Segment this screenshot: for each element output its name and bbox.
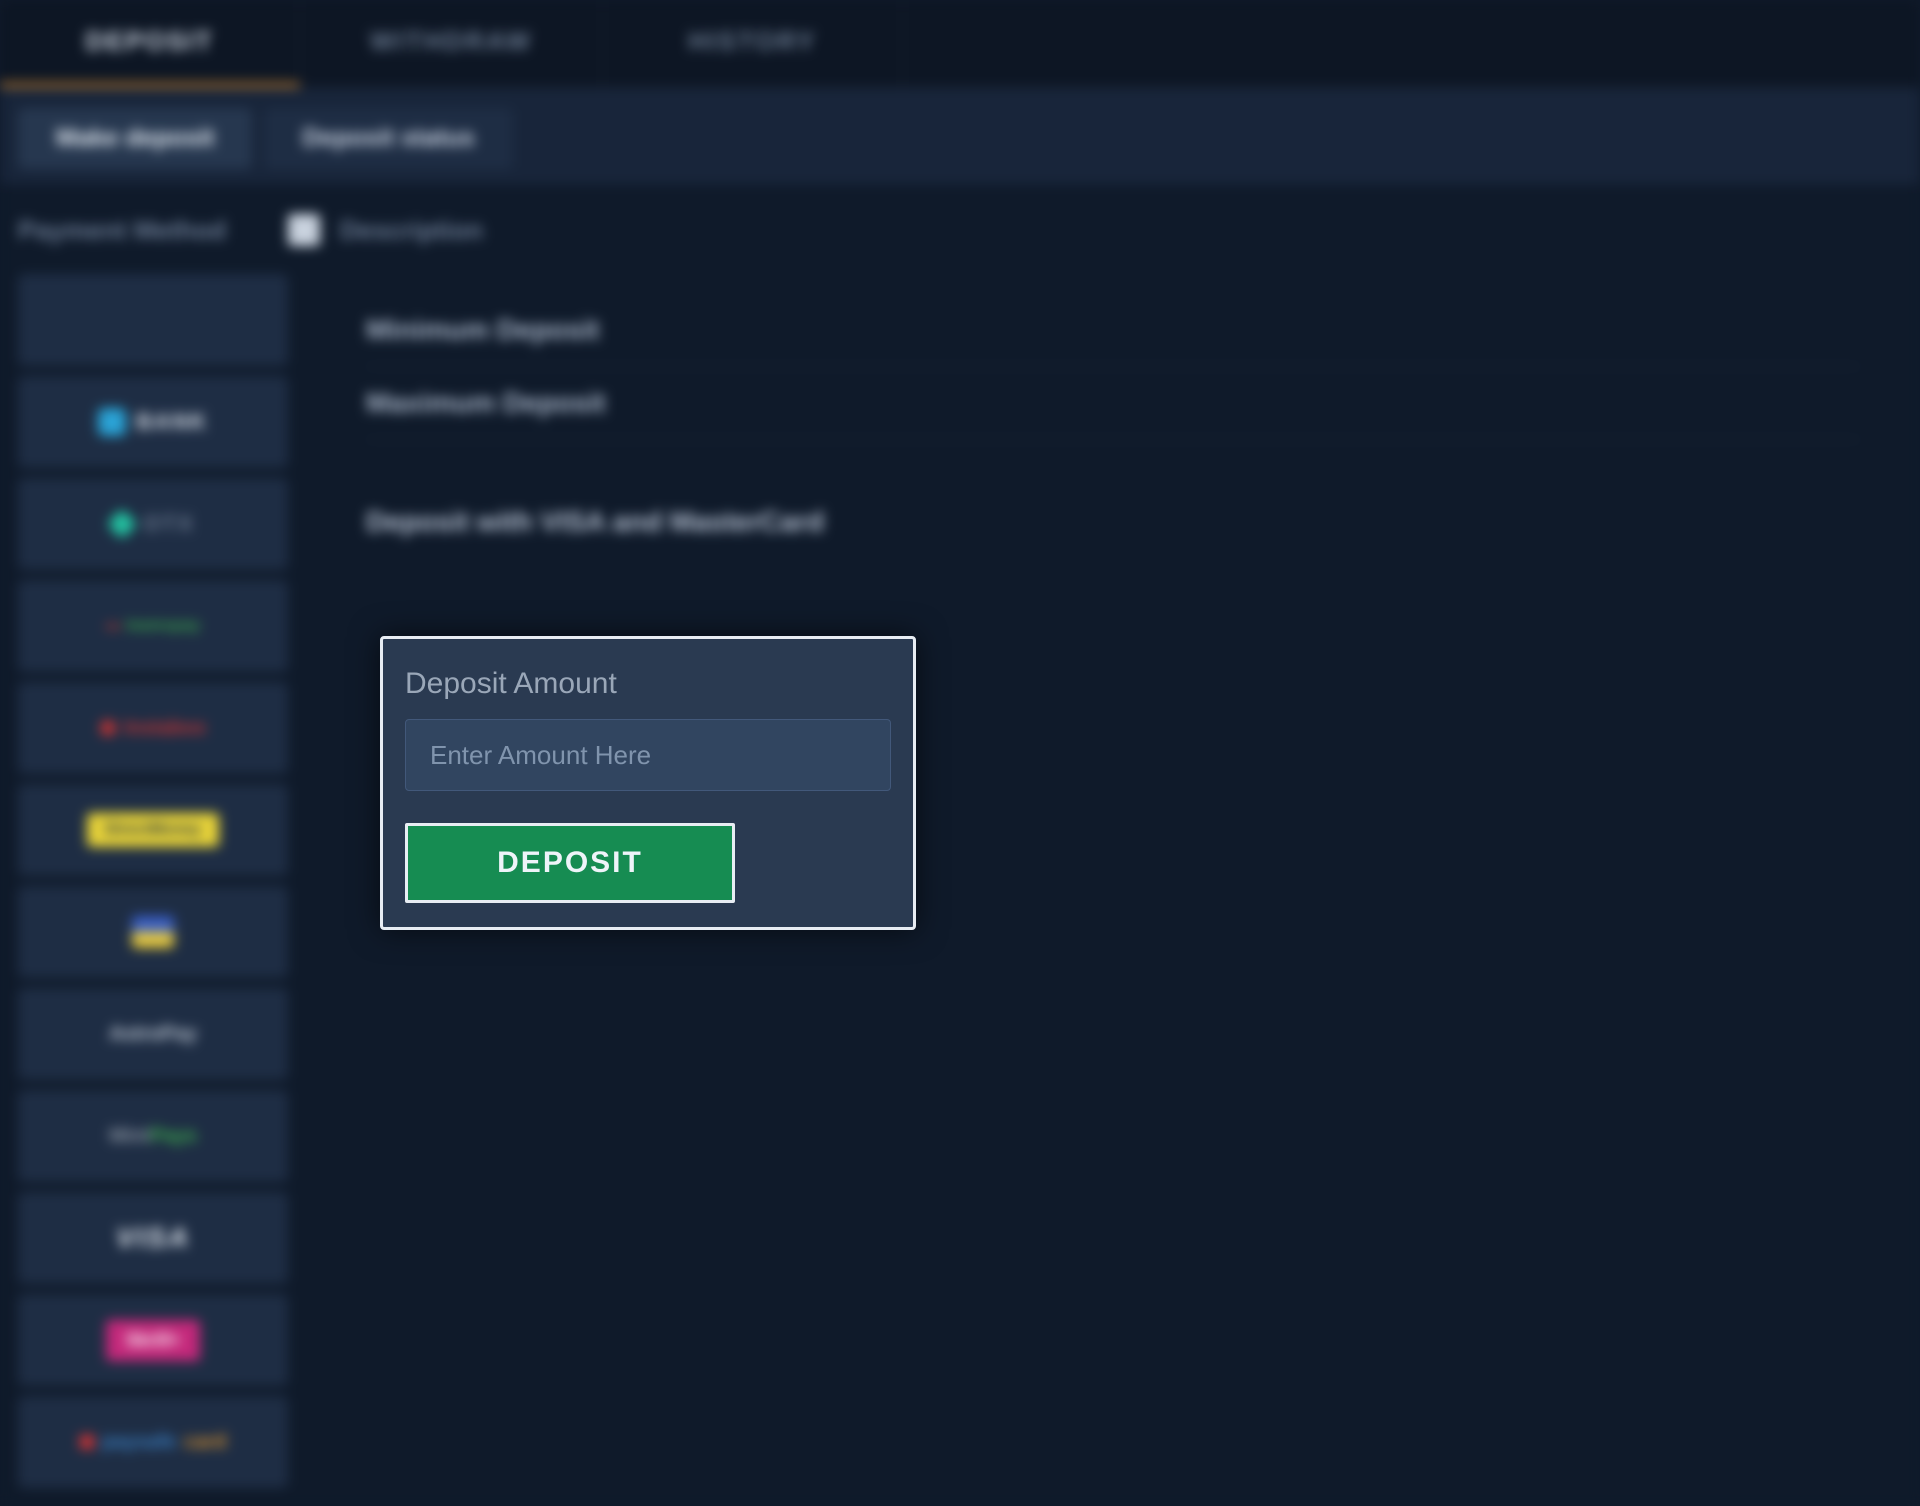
deposit-note: Deposit with VISA and MasterCard — [366, 480, 1860, 564]
pm-item-red[interactable]: Instabox — [18, 682, 288, 774]
payment-method-header: Payment Method — [18, 215, 268, 246]
payment-method-sidebar: BANK OTX teamspay Instabox DirectMoney A… — [0, 264, 306, 1506]
otx-logo: OTX — [111, 511, 194, 537]
pm-item-skrill[interactable]: Skrill+ — [18, 1294, 288, 1386]
otx-label: OTX — [143, 511, 194, 537]
visa-logo: VISA — [116, 1222, 189, 1254]
red-dot-icon — [100, 720, 116, 736]
red-square-icon — [80, 1435, 94, 1449]
flag-icon — [132, 916, 174, 948]
max-deposit-row: Maximum Deposit — [366, 367, 1860, 440]
bank-label: BANK — [136, 409, 208, 435]
dash-icon — [106, 625, 120, 628]
description-header: Description — [340, 215, 483, 246]
red-logo: Instabox — [100, 717, 206, 740]
subtab-deposit-status[interactable]: Deposit status — [264, 108, 512, 169]
pm-item-empty[interactable] — [18, 274, 288, 366]
bank-logo: BANK — [98, 408, 208, 436]
pm-item-greenstripe[interactable]: teamspay — [18, 580, 288, 672]
pm-item-paysafe[interactable]: paysafecard — [18, 1396, 288, 1488]
header-square-icon — [288, 214, 320, 246]
main-area: BANK OTX teamspay Instabox DirectMoney A… — [0, 264, 1920, 1506]
tab-withdraw[interactable]: WITHDRAW — [300, 0, 603, 87]
skrill-logo: Skrill+ — [106, 1320, 201, 1361]
blurred-background: DEPOSIT WITHDRAW HISTORY Make deposit De… — [0, 0, 1920, 1440]
pm-item-astropay[interactable]: AstroPay — [18, 988, 288, 1080]
min-deposit-row: Minimum Deposit — [366, 294, 1860, 367]
greenstripe-label: teamspay — [126, 617, 200, 635]
greenstripe-logo: teamspay — [106, 617, 200, 635]
pm-item-visa[interactable]: VISA — [18, 1192, 288, 1284]
top-tabs: DEPOSIT WITHDRAW HISTORY — [0, 0, 1920, 88]
pm-item-mintpays[interactable]: MintPays — [18, 1090, 288, 1182]
pm-item-yellow[interactable]: DirectMoney — [18, 784, 288, 876]
subtab-make-deposit[interactable]: Make deposit — [18, 108, 252, 169]
column-header-row: Payment Method Description — [0, 186, 1920, 264]
red-label: Instabox — [124, 717, 206, 740]
bank-icon — [98, 408, 126, 436]
tab-deposit[interactable]: DEPOSIT — [0, 0, 300, 87]
paysafe-logo: paysafecard — [80, 1431, 227, 1454]
deposit-amount-panel: Deposit Amount DEPOSIT — [380, 636, 916, 930]
pm-item-bank[interactable]: BANK — [18, 376, 288, 468]
deposit-amount-input[interactable] — [405, 719, 891, 791]
tab-history[interactable]: HISTORY — [603, 0, 903, 87]
diamond-icon — [107, 508, 138, 539]
mintpays-logo: MintPays — [109, 1125, 197, 1148]
yellow-logo: DirectMoney — [87, 813, 219, 847]
pm-item-otx[interactable]: OTX — [18, 478, 288, 570]
deposit-amount-label: Deposit Amount — [405, 667, 891, 701]
astropay-logo: AstroPay — [109, 1023, 197, 1046]
deposit-button[interactable]: DEPOSIT — [405, 823, 735, 903]
paysafe-label: paysafe — [102, 1431, 177, 1454]
sub-tabs: Make deposit Deposit status — [0, 88, 1920, 186]
description-block: Minimum Deposit Maximum Deposit — [366, 294, 1860, 440]
pm-item-flag[interactable] — [18, 886, 288, 978]
